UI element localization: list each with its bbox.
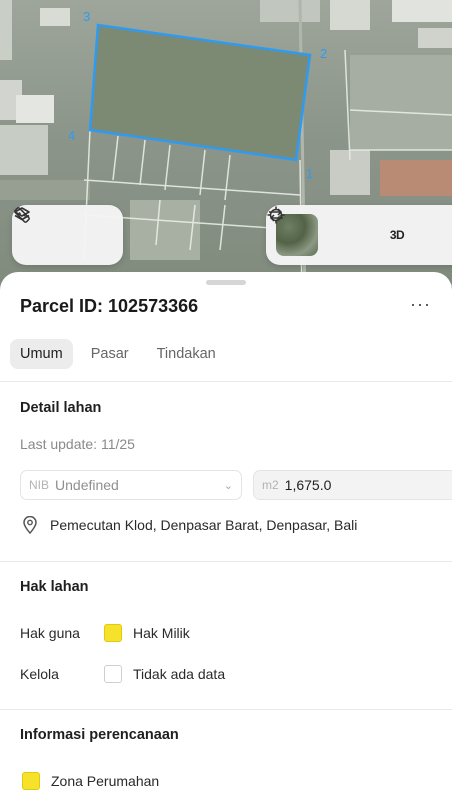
kelola-swatch [104, 665, 122, 683]
measure-button[interactable] [14, 207, 108, 252]
parcel-detail-sheet: Parcel ID: 102573366 ··· Umum Pasar Tind… [0, 272, 452, 804]
vertex-label-4: 4 [68, 128, 75, 143]
location-text: Pemecutan Klod, Denpasar Barat, Denpasar… [50, 517, 358, 533]
three-d-button[interactable]: 3D [380, 218, 414, 252]
hak-guna-value: Hak Milik [133, 625, 190, 641]
tab-pasar[interactable]: Pasar [81, 339, 139, 369]
kelola-label: Kelola [20, 666, 59, 682]
hak-guna-label: Hak guna [20, 625, 80, 641]
kelola-value: Tidak ada data [133, 666, 226, 682]
tab-bar: Umum Pasar Tindakan [10, 339, 226, 369]
detail-heading: Detail lahan [20, 400, 102, 416]
vertex-label-1: 1 [306, 166, 313, 181]
map-view[interactable]: 3 2 1 4 3D [0, 0, 452, 300]
rights-heading: Hak lahan [20, 579, 89, 595]
tab-umum[interactable]: Umum [10, 339, 73, 369]
nib-select[interactable]: NIB Undefined ⌄ [20, 470, 242, 500]
swap-icon [269, 208, 283, 222]
vertex-label-2: 2 [320, 46, 327, 61]
vertex-label-3: 3 [83, 9, 90, 24]
area-unit: m2 [262, 478, 279, 492]
sheet-drag-handle[interactable] [206, 280, 246, 285]
locate-button[interactable] [267, 206, 366, 252]
chevron-down-icon: ⌄ [223, 479, 233, 492]
nib-value: Undefined [55, 477, 119, 493]
hak-milik-swatch [104, 624, 122, 642]
map-tools-left [12, 205, 123, 265]
three-d-label: 3D [389, 228, 405, 242]
location-row: Pemecutan Klod, Denpasar Barat, Denpasar… [22, 516, 357, 534]
ruler-icon [14, 207, 30, 223]
map-tools-right: 3D [266, 205, 452, 265]
divider [0, 561, 452, 562]
more-options-button[interactable]: ··· [410, 294, 431, 315]
last-update-text: Last update: 11/25 [20, 436, 135, 452]
parcel-title: Parcel ID: 102573366 [20, 296, 199, 316]
area-field[interactable]: m2 1,675.0 [253, 470, 452, 500]
nib-prefix: NIB [29, 478, 50, 492]
zone-swatch [22, 772, 40, 790]
zone-label: Zona Perumahan [51, 773, 160, 789]
divider [0, 381, 452, 382]
swap-button[interactable] [269, 208, 452, 252]
area-value: 1,675.0 [284, 477, 332, 493]
planning-heading: Informasi perencanaan [20, 727, 179, 743]
divider [0, 709, 452, 710]
location-pin-icon [23, 516, 37, 534]
tab-tindakan[interactable]: Tindakan [147, 339, 226, 369]
